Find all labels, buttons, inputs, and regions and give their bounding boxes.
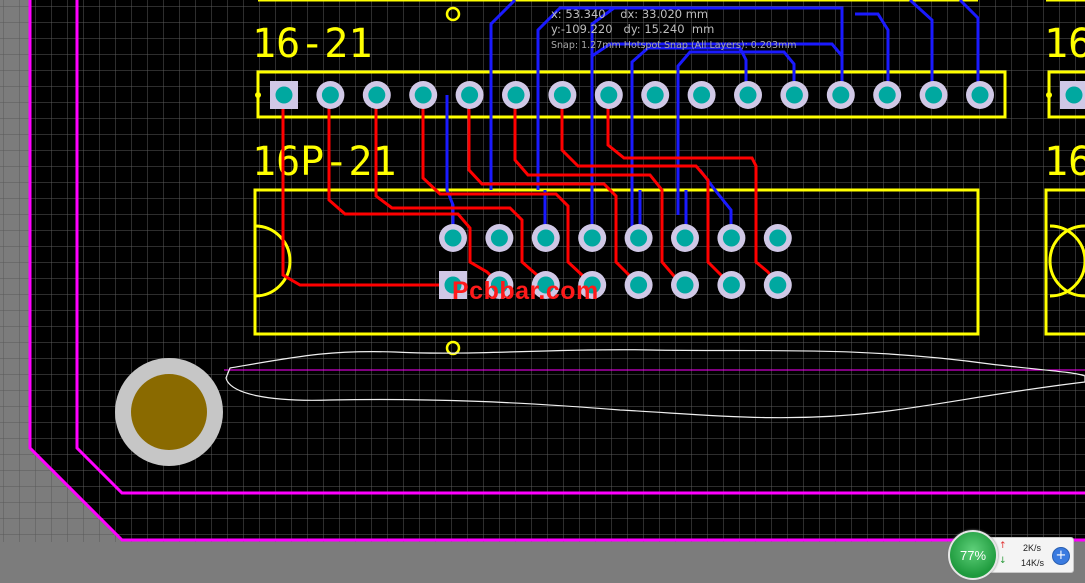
header-pad [646, 86, 664, 104]
download-rate: 14K/s [1021, 558, 1045, 568]
ic-pad-top-row [630, 229, 648, 247]
right-header-pad-center [1065, 86, 1083, 104]
bottom-margin [0, 542, 1085, 583]
plus-icon[interactable]: + [1052, 547, 1070, 565]
header-pad [600, 86, 618, 104]
ic-pad-bottom-row [722, 276, 740, 294]
header-pad [553, 86, 571, 104]
snap-info: Snap: 1.27mm Hotspot Snap (All Layers): … [551, 40, 797, 51]
header-pad-center [275, 86, 293, 104]
coord-x: x: 53.340 [551, 7, 606, 21]
header-pad [785, 86, 803, 104]
header-pad [693, 86, 711, 104]
ic-pad-top-row [722, 229, 740, 247]
watermark: Pcbbar.com [452, 277, 599, 305]
right-header-designator: 16 [1044, 21, 1085, 67]
ic-pad-bottom-row [630, 276, 648, 294]
upload-rate: 2K/s [1023, 543, 1042, 553]
header-pad [971, 86, 989, 104]
header-pad [832, 86, 850, 104]
header-pad [368, 86, 386, 104]
coord-y: y:-109.220 [551, 22, 613, 36]
ic-pad-top-row [769, 229, 787, 247]
ic-pad-top-row [444, 229, 462, 247]
header-pad [507, 86, 525, 104]
header-pad [414, 86, 432, 104]
header-designator: 16-21 [252, 21, 372, 67]
coordinate-readout: x: 53.340 dx: 33.020 mm y:-109.220 dy: 1… [551, 7, 797, 53]
header-pad [739, 86, 757, 104]
header-pad [878, 86, 896, 104]
coord-dy: dy: 15.240 mm [623, 22, 715, 36]
pin1-marker [255, 92, 261, 98]
header-pad [925, 86, 943, 104]
ic-pad-top-row [676, 229, 694, 247]
memory-percent: 77% [959, 547, 987, 563]
network-monitor-widget[interactable]: ↑ 2K/s ↓ 14K/s + 77% [948, 530, 1074, 580]
memory-gauge[interactable]: 77% [948, 530, 998, 580]
ic-pad-bottom-row [676, 276, 694, 294]
right-ic-designator: 16 [1044, 139, 1085, 185]
right-pin1-marker [1046, 92, 1052, 98]
arrow-up-icon: ↑ [999, 541, 1007, 551]
header-pad [461, 86, 479, 104]
ic-pad-top-row [537, 229, 555, 247]
arrow-down-icon: ↓ [999, 556, 1007, 566]
ic-pad-bottom-row [769, 276, 787, 294]
mounting-hole [131, 374, 207, 450]
coord-dx: dx: 33.020 mm [620, 7, 709, 21]
ic-pad-top-row [490, 229, 508, 247]
header-pad [321, 86, 339, 104]
ic-pad-top-row [583, 229, 601, 247]
